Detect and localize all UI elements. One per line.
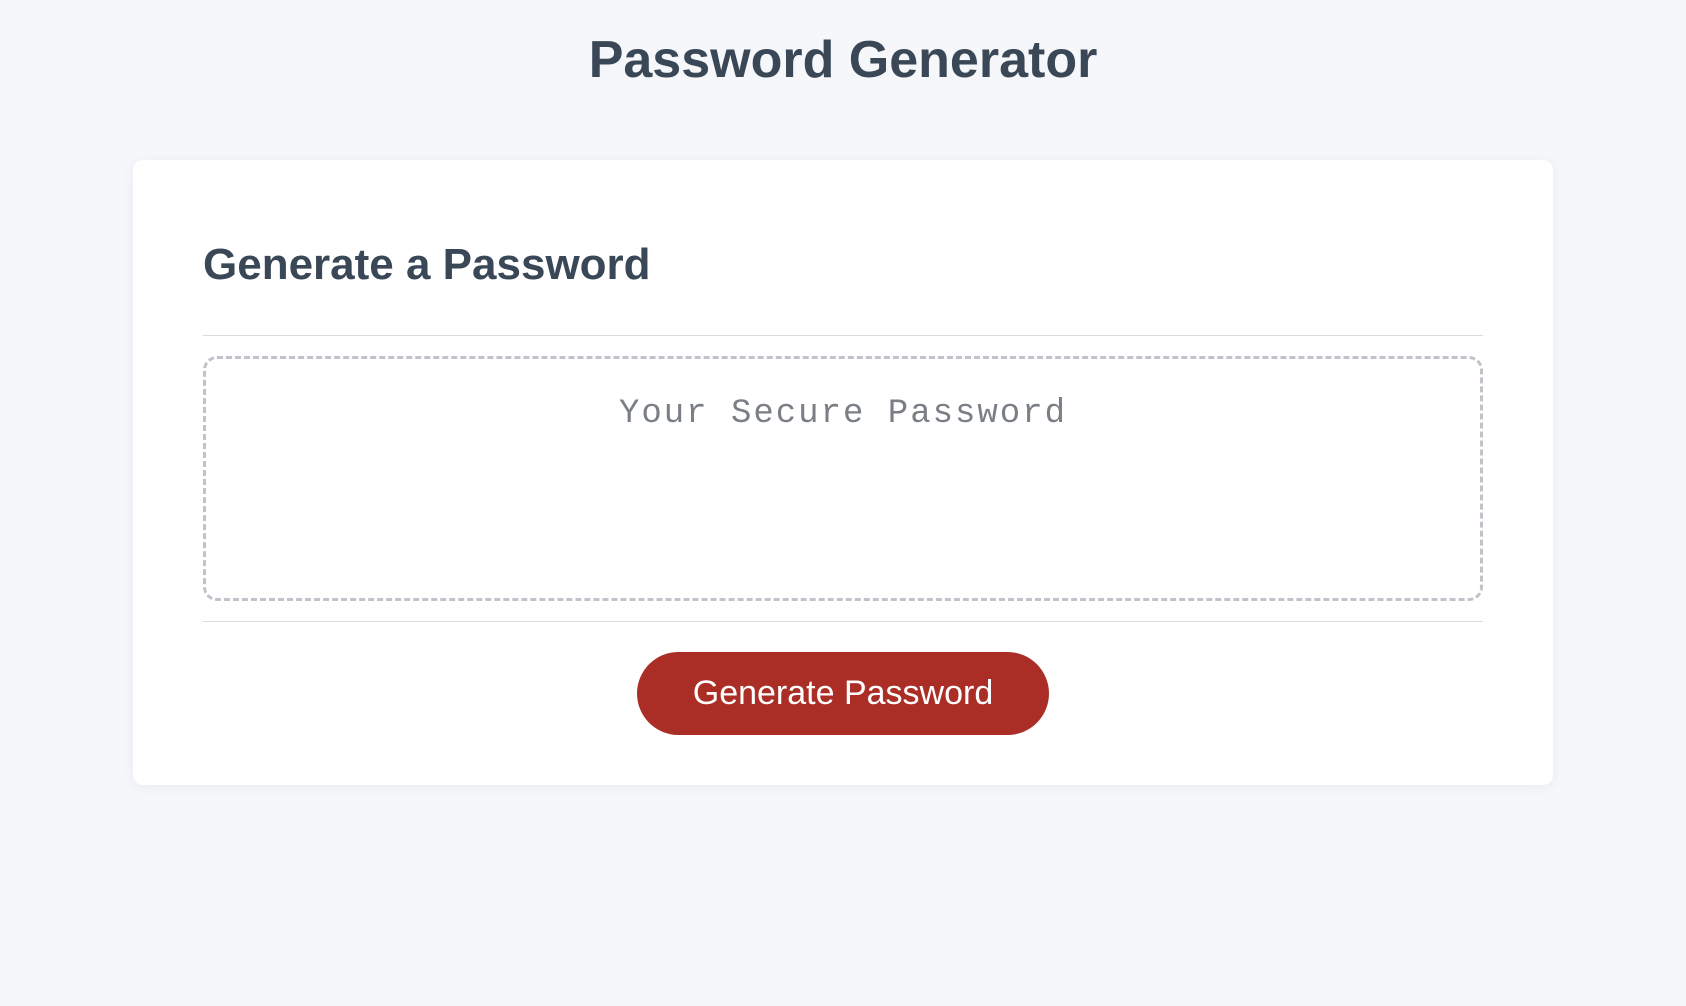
generator-card: Generate a Password Generate Password <box>133 160 1553 785</box>
password-output[interactable] <box>203 356 1483 601</box>
card-heading: Generate a Password <box>203 240 1483 290</box>
page-title: Password Generator <box>40 30 1646 90</box>
generate-password-button[interactable]: Generate Password <box>637 652 1050 735</box>
button-row: Generate Password <box>203 652 1483 735</box>
password-section <box>203 335 1483 622</box>
